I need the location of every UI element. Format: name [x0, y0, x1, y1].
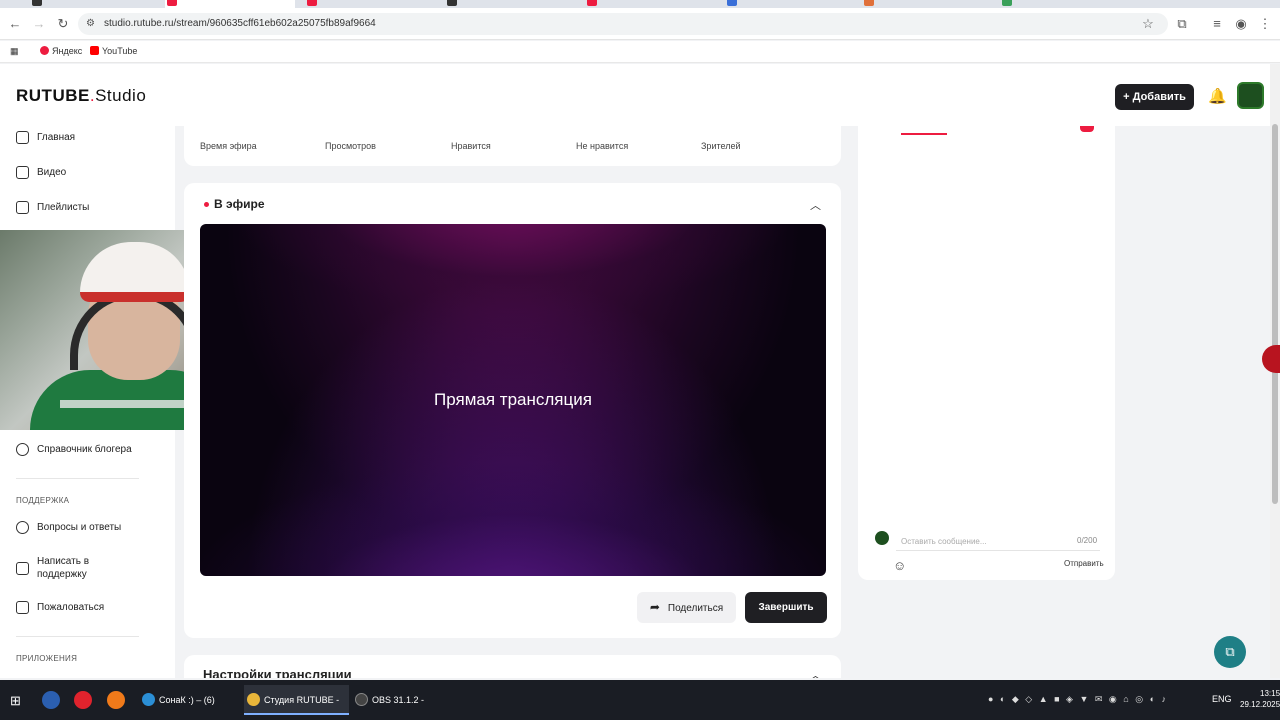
back-icon[interactable]: ← — [8, 17, 22, 31]
app-header: RUTUBE.Studio + Добавить 🔔 — [0, 64, 1270, 126]
taskbar: ⊞ СонаК :) – (6) Студия RUTUBE - G... OB… — [0, 680, 1280, 720]
chat-tab-indicator — [901, 133, 947, 135]
browser-tab[interactable] — [1000, 0, 1130, 8]
info-icon — [16, 443, 29, 456]
forward-icon[interactable]: → — [32, 17, 46, 31]
clock[interactable]: 13:15 29.12.2025 — [1240, 688, 1280, 710]
menu-icon[interactable]: ⋮ — [1258, 17, 1272, 31]
sidebar-divider — [16, 478, 139, 479]
emoji-icon[interactable]: ☺ — [893, 558, 906, 573]
site-info-icon[interactable]: ⚙ — [86, 18, 95, 29]
sidebar-item-playlists[interactable]: Плейлисты — [16, 201, 89, 214]
sidebar-item-contact-support[interactable]: Написать в поддержку — [16, 555, 126, 581]
chat-toggle[interactable] — [1080, 126, 1094, 132]
end-stream-button[interactable]: Завершить — [745, 592, 827, 623]
live-section: В эфире ︿ Прямая трансляция ➦ Поделиться … — [184, 183, 841, 638]
share-button[interactable]: ➦ Поделиться — [637, 592, 736, 623]
profile-icon[interactable]: ◉ — [1234, 17, 1248, 31]
bookmark-yandex[interactable]: Яндекс — [40, 46, 82, 56]
stat-views: Просмотров — [325, 141, 376, 151]
yandex-browser-icon[interactable] — [42, 691, 60, 709]
live-section-title: В эфире — [204, 197, 265, 211]
browser-tab-active[interactable] — [165, 0, 295, 8]
language-indicator[interactable]: ENG — [1212, 694, 1232, 704]
home-icon — [16, 131, 29, 144]
sidebar-item-home[interactable]: Главная — [16, 131, 75, 144]
rutube-studio-logo[interactable]: RUTUBE.Studio — [16, 86, 146, 106]
send-button[interactable]: Отправить — [1064, 559, 1104, 568]
media-icon[interactable]: ≡ — [1210, 17, 1224, 31]
floating-widget[interactable] — [1262, 345, 1280, 373]
bookmark-star-icon[interactable]: ☆ — [1141, 17, 1155, 31]
chevron-up-icon[interactable]: ︿ — [810, 197, 821, 213]
support-section-title: ПОДДЕРЖКА — [16, 496, 70, 505]
sidebar-item-blogger-guide[interactable]: Справочник блогера — [16, 443, 132, 456]
stat-viewers: Зрителей — [701, 141, 741, 151]
bookmarks-bar: ▦ Яндекс YouTube — [0, 41, 1280, 63]
sidebar-item-faq[interactable]: Вопросы и ответы — [16, 521, 121, 534]
plus-icon: + — [1123, 91, 1133, 103]
browser-tab[interactable] — [585, 0, 715, 8]
add-button[interactable]: + Добавить — [1115, 84, 1194, 110]
sidebar-item-video[interactable]: Видео — [16, 166, 66, 179]
taskbar-task[interactable]: СонаК :) – (6) — [139, 685, 234, 715]
apps-section-title: ПРИЛОЖЕНИЯ — [16, 654, 78, 663]
browser-toolbar: ← → ↻ ⚙ studio.rutube.ru/stream/960635cf… — [0, 8, 1280, 40]
stat-dislikes: Не нравится — [576, 141, 629, 151]
chevron-up-icon[interactable]: ︿ — [810, 667, 821, 678]
avatar[interactable] — [1237, 82, 1264, 109]
reload-icon[interactable]: ↻ — [56, 17, 70, 31]
settings-title[interactable]: Настройки трансляции — [203, 667, 352, 678]
mail-icon — [16, 561, 29, 575]
chat-input-underline — [896, 550, 1100, 551]
player-placeholder-text: Прямая трансляция — [434, 390, 592, 409]
avatar — [875, 531, 889, 545]
question-icon — [16, 521, 29, 534]
chat-input[interactable]: Оставить сообщение... — [901, 537, 987, 546]
browser-tab[interactable] — [305, 0, 435, 8]
browser-tab[interactable] — [725, 0, 855, 8]
char-counter: 0/200 — [1077, 536, 1098, 545]
playlist-icon — [16, 201, 29, 214]
sidebar-item-report[interactable]: Пожаловаться — [16, 601, 104, 614]
browser-tab[interactable] — [862, 0, 992, 8]
taskbar-task-active[interactable]: Студия RUTUBE - G... — [244, 685, 349, 715]
browser-tab-strip — [0, 0, 1280, 8]
windows-start-icon[interactable]: ⊞ — [10, 693, 21, 709]
browser-tab[interactable] — [30, 0, 150, 8]
taskbar-task[interactable]: OBS 31.1.2 - Проф... — [352, 685, 452, 715]
browser-tab[interactable] — [445, 0, 575, 8]
chat-panel: Оставить сообщение... 0/200 ☺ Отправить — [858, 126, 1115, 580]
url-text[interactable]: studio.rutube.ru/stream/960635cff61eb602… — [104, 18, 376, 29]
help-chat-icon[interactable]: ⧉ — [1214, 636, 1246, 668]
address-bar[interactable]: ⚙ studio.rutube.ru/stream/960635cff61eb6… — [78, 13, 1168, 35]
stream-stats: Время эфира Просмотров Нравится Не нрави… — [184, 126, 841, 166]
stream-player[interactable]: Прямая трансляция — [200, 224, 826, 576]
extensions-icon[interactable]: ⧉ — [1175, 17, 1189, 31]
video-icon — [16, 166, 29, 179]
stream-settings-section: Настройки трансляции ︿ — [184, 655, 841, 678]
flag-icon — [16, 601, 29, 614]
stat-likes: Нравится — [451, 141, 491, 151]
yandex-icon[interactable] — [74, 691, 92, 709]
stat-air-time: Время эфира — [200, 141, 257, 151]
apps-grid-icon[interactable]: ▦ — [10, 46, 19, 57]
share-icon: ➦ — [649, 600, 660, 614]
bookmark-youtube[interactable]: YouTube — [90, 46, 137, 56]
firefox-icon[interactable] — [107, 691, 125, 709]
system-tray-icons[interactable]: ● ◐ ◆ ◇ ▲ ■ ◈ ▼ ✉ ◉ ⌂ ◎ ◐ ♪ — [988, 694, 1168, 705]
sidebar-divider — [16, 636, 139, 637]
bell-icon[interactable]: 🔔 — [1208, 87, 1227, 105]
live-dot-icon — [204, 201, 209, 207]
